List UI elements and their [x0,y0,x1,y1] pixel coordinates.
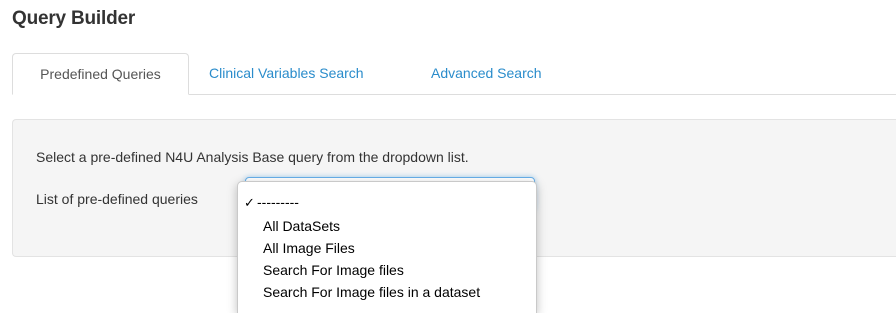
predefined-queries-label: List of pre-defined queries [36,191,198,207]
dropdown-option-search-image-files-in-dataset[interactable]: Search For Image files in a dataset [238,281,536,303]
page: Query Builder Predefined Queries Clinica… [0,0,896,313]
predefined-queries-dropdown: ✓ --------- All DataSets All Image Files … [237,181,537,313]
page-title: Query Builder [12,8,136,29]
tab-clinical-variables-search[interactable]: Clinical Variables Search [195,53,378,95]
tabs-bar: Predefined Queries Clinical Variables Se… [12,53,896,95]
dropdown-option-all-datasets[interactable]: All DataSets [238,215,536,237]
dropdown-option-all-image-files[interactable]: All Image Files [238,237,536,259]
dropdown-option-empty[interactable]: ✓ --------- [238,191,536,213]
dropdown-option-label: --------- [257,194,299,210]
panel-description: Select a pre-defined N4U Analysis Base q… [36,149,469,165]
dropdown-option-search-image-files[interactable]: Search For Image files [238,259,536,281]
check-icon: ✓ [244,195,255,210]
tab-predefined-queries[interactable]: Predefined Queries [12,53,189,95]
tab-advanced-search[interactable]: Advanced Search [417,53,556,95]
